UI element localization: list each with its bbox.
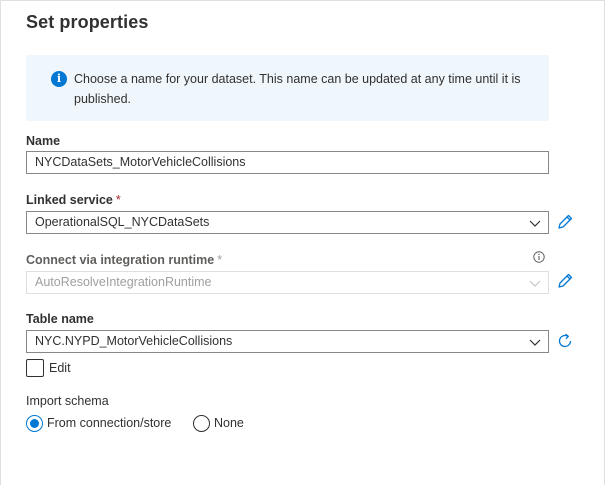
name-input[interactable]: NYCDataSets_MotorVehicleCollisions [26, 151, 549, 174]
refresh-icon[interactable] [556, 332, 574, 350]
table-name-value: NYC.NYPD_MotorVehicleCollisions [35, 334, 233, 348]
table-name-label: Table name [26, 312, 94, 326]
table-name-dropdown[interactable]: NYC.NYPD_MotorVehicleCollisions [26, 330, 549, 353]
linked-service-dropdown[interactable]: OperationalSQL_NYCDataSets [26, 211, 549, 234]
integration-runtime-label: Connect via integration runtime * [26, 253, 222, 267]
import-schema-label: Import schema [26, 394, 109, 408]
radio-none[interactable] [193, 415, 210, 432]
required-marker: * [115, 193, 121, 207]
required-marker: * [217, 253, 223, 267]
integration-runtime-dropdown: AutoResolveIntegrationRuntime [26, 271, 549, 294]
linked-service-label: Linked service * [26, 193, 121, 207]
info-circle-icon[interactable] [533, 251, 545, 263]
name-label: Name [26, 134, 61, 148]
info-icon: i [51, 71, 67, 87]
integration-runtime-label-text: Connect via integration runtime [26, 253, 215, 267]
radio-from-connection-store-label: From connection/store [47, 416, 172, 430]
radio-from-connection-store[interactable] [26, 415, 43, 432]
info-message-bar: i Choose a name for your dataset. This n… [26, 55, 549, 121]
info-message-text: Choose a name for your dataset. This nam… [74, 72, 521, 106]
edit-pencil-icon[interactable] [556, 272, 574, 290]
chevron-down-icon [529, 280, 541, 287]
edit-checkbox[interactable] [26, 359, 44, 377]
chevron-down-icon [529, 339, 541, 346]
radio-none-label: None [214, 416, 244, 430]
edit-checkbox-label: Edit [49, 361, 71, 375]
linked-service-label-text: Linked service [26, 193, 113, 207]
chevron-down-icon [529, 220, 541, 227]
linked-service-value: OperationalSQL_NYCDataSets [35, 215, 210, 229]
integration-runtime-value: AutoResolveIntegrationRuntime [35, 275, 212, 289]
panel-title: Set properties [26, 12, 149, 32]
edit-pencil-icon[interactable] [556, 213, 574, 231]
